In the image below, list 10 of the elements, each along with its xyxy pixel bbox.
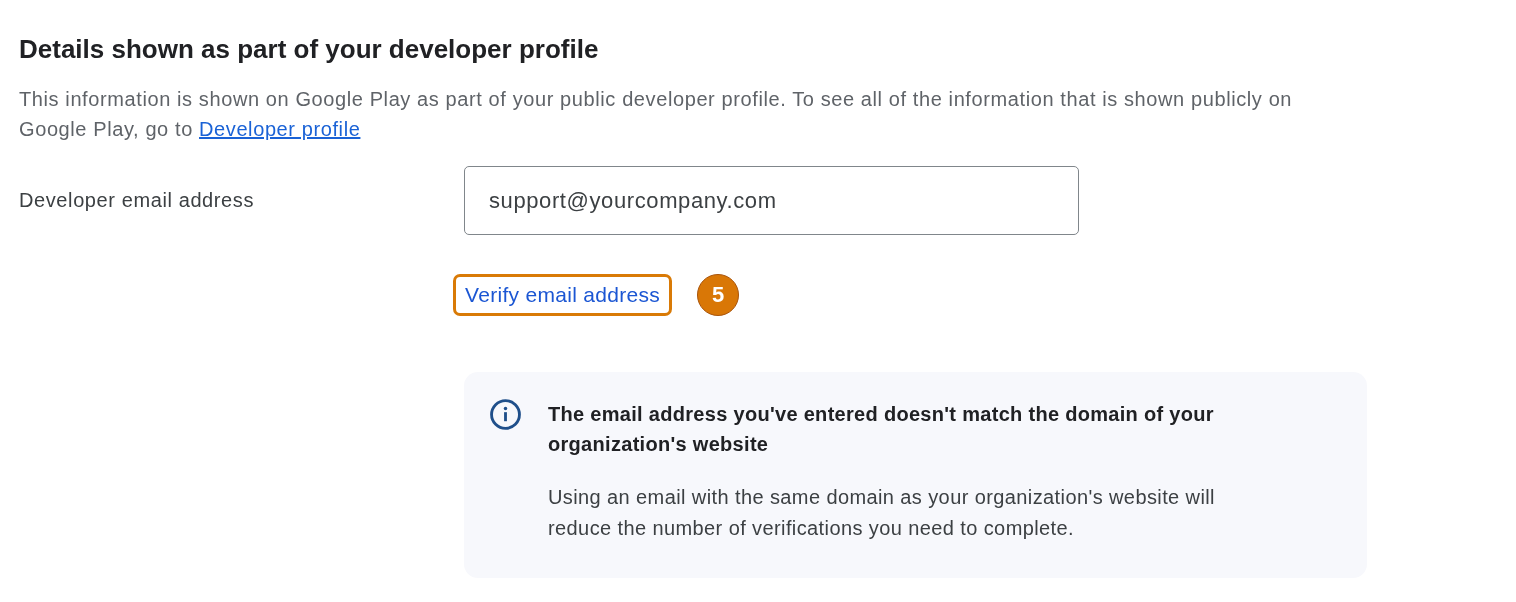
developer-profile-link[interactable]: Developer profile xyxy=(199,118,361,140)
verify-email-link[interactable]: Verify email address xyxy=(453,274,673,316)
notice-text: Using an email with the same domain as your organization's website will reduce the number of verifications you need to complete. xyxy=(548,485,1216,541)
email-field[interactable]: support@yourcompany.com xyxy=(464,166,1079,235)
section-heading: Details shown as part of your developer profile xyxy=(19,33,600,65)
step-marker: 5 xyxy=(697,274,740,316)
info-icon xyxy=(490,399,521,430)
description-text: This information is shown on Google Play as part of your public developer profile. To see all of the information that is shown publicly on Google Play, go to Developer profile xyxy=(19,87,1294,142)
notice-title: The email address you've entered doesn't match the domain of your organization's website xyxy=(548,402,1215,457)
field-label: Developer email address xyxy=(19,189,256,212)
